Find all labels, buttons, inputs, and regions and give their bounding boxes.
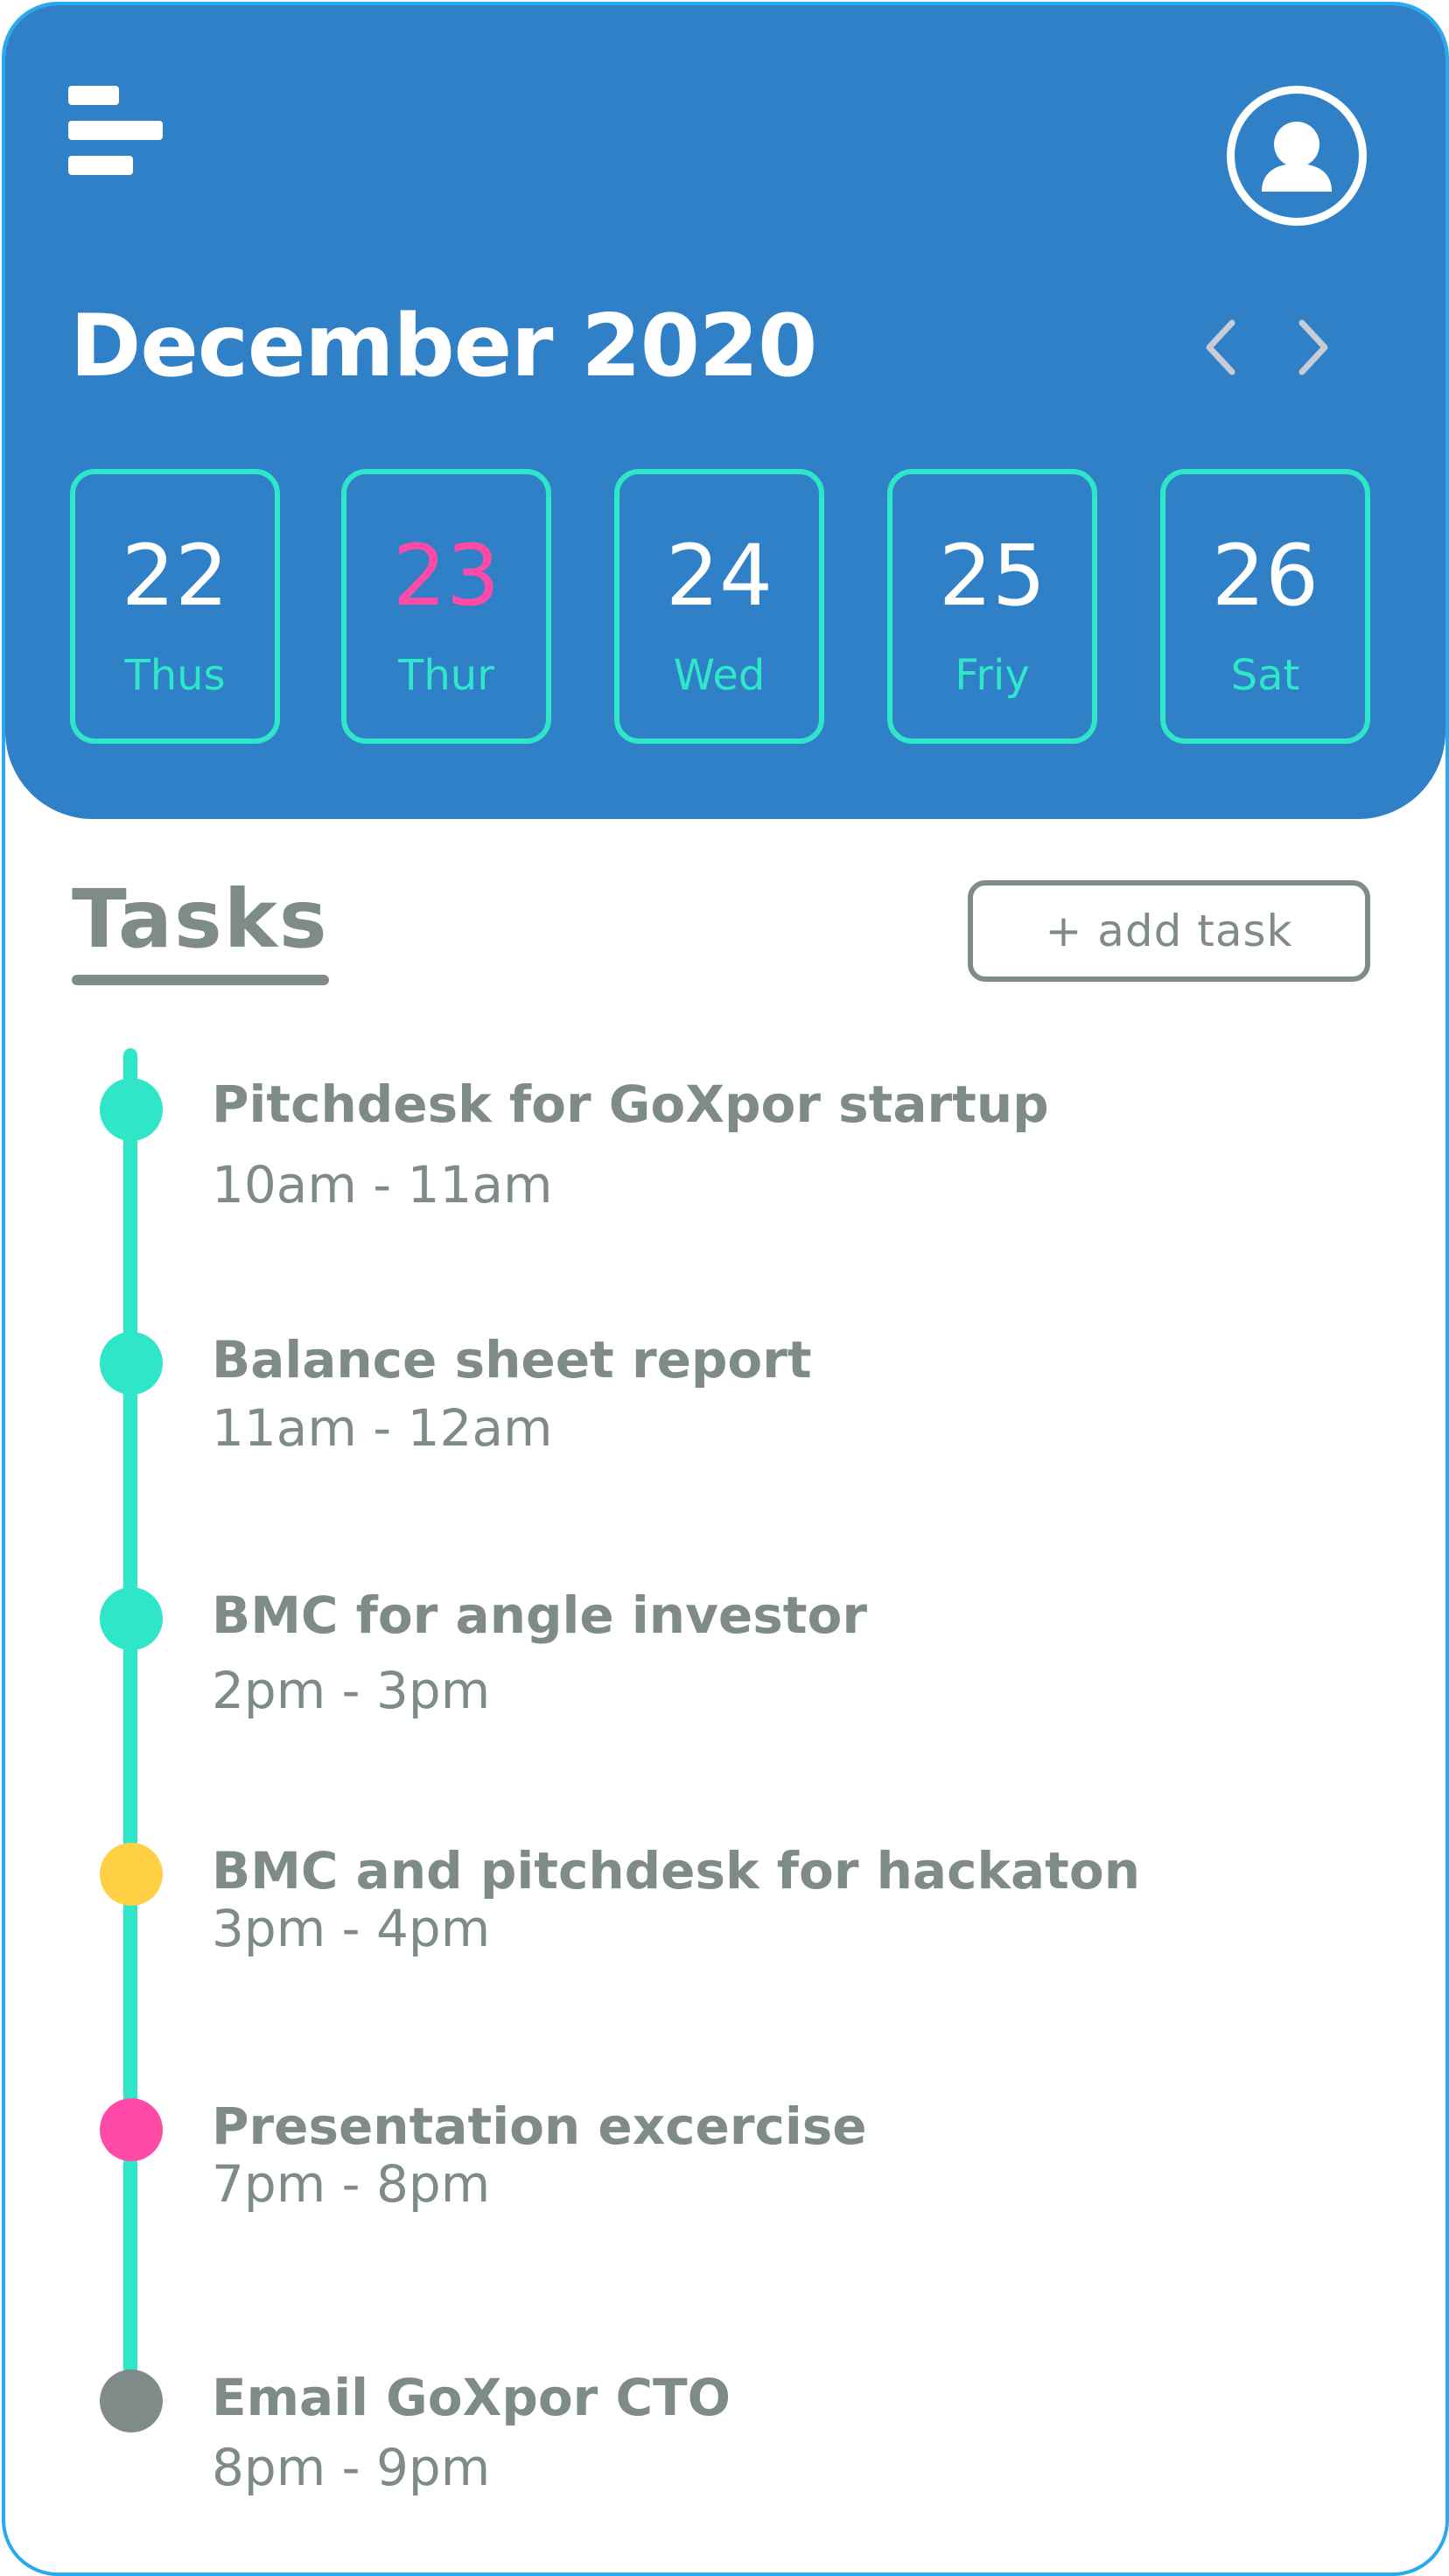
menu-icon-bar — [68, 121, 163, 140]
task-title: Balance sheet report — [212, 1330, 812, 1390]
add-task-button[interactable]: + add task — [968, 880, 1370, 982]
day-number: 24 — [665, 527, 774, 625]
day-card[interactable]: 24 Wed — [614, 469, 824, 744]
task-time: 7pm - 8pm — [212, 2154, 491, 2214]
task-status-dot — [100, 1843, 163, 1906]
menu-icon[interactable] — [68, 86, 166, 184]
day-label: Thur — [398, 651, 494, 700]
tasks-heading: Tasks — [72, 872, 329, 966]
task-time: 10am - 11am — [212, 1155, 553, 1214]
task-title: BMC and pitchdesk for hackaton — [212, 1841, 1141, 1900]
menu-icon-bar — [68, 156, 133, 175]
task-item[interactable]: Balance sheet report 11am - 12am — [5, 1328, 1405, 1503]
task-item[interactable]: BMC and pitchdesk for hackaton 3pm - 4pm — [5, 1839, 1405, 2014]
day-number: 23 — [392, 527, 500, 625]
month-title: December 2020 — [70, 297, 817, 396]
task-title: BMC for angle investor — [212, 1586, 867, 1645]
task-title: Email GoXpor CTO — [212, 2368, 731, 2427]
day-card[interactable]: 25 Friy — [887, 469, 1097, 744]
task-item[interactable]: BMC for angle investor 2pm - 3pm — [5, 1584, 1405, 1759]
app-frame: December 2020 22 Thus 23 Thur 24 Wed 25 … — [2, 2, 1449, 2576]
day-label: Wed — [673, 651, 766, 700]
task-item[interactable]: Email GoXpor CTO 8pm - 9pm — [5, 2366, 1405, 2541]
day-label: Sat — [1230, 651, 1300, 700]
task-status-dot — [100, 2370, 163, 2432]
task-status-dot — [100, 2098, 163, 2161]
tasks-heading-underline — [72, 975, 329, 985]
task-item[interactable]: Presentation excercise 7pm - 8pm — [5, 2095, 1405, 2270]
day-number: 25 — [938, 527, 1046, 625]
task-time: 3pm - 4pm — [212, 1899, 491, 1958]
day-number: 22 — [121, 527, 229, 625]
day-number: 26 — [1211, 527, 1320, 625]
day-card[interactable]: 26 Sat — [1160, 469, 1370, 744]
task-status-dot — [100, 1078, 163, 1141]
task-time: 8pm - 9pm — [212, 2438, 491, 2497]
day-card-selected[interactable]: 23 Thur — [341, 469, 551, 744]
user-avatar-icon[interactable] — [1227, 86, 1367, 226]
menu-icon-bar — [68, 86, 119, 105]
task-title: Pitchdesk for GoXpor startup — [212, 1074, 1049, 1134]
chevron-left-icon[interactable] — [1195, 316, 1248, 379]
calendar-header: December 2020 22 Thus 23 Thur 24 Wed 25 … — [5, 5, 1446, 819]
task-time: 11am - 12am — [212, 1398, 553, 1458]
task-item[interactable]: Pitchdesk for GoXpor startup 10am - 11am — [5, 1073, 1405, 1248]
chevron-right-icon[interactable] — [1286, 316, 1339, 379]
day-label: Thus — [124, 651, 226, 700]
task-status-dot — [100, 1332, 163, 1395]
task-title: Presentation excercise — [212, 2096, 867, 2156]
task-time: 2pm - 3pm — [212, 1661, 491, 1720]
day-label: Friy — [955, 651, 1030, 700]
task-status-dot — [100, 1587, 163, 1650]
day-card[interactable]: 22 Thus — [70, 469, 280, 744]
